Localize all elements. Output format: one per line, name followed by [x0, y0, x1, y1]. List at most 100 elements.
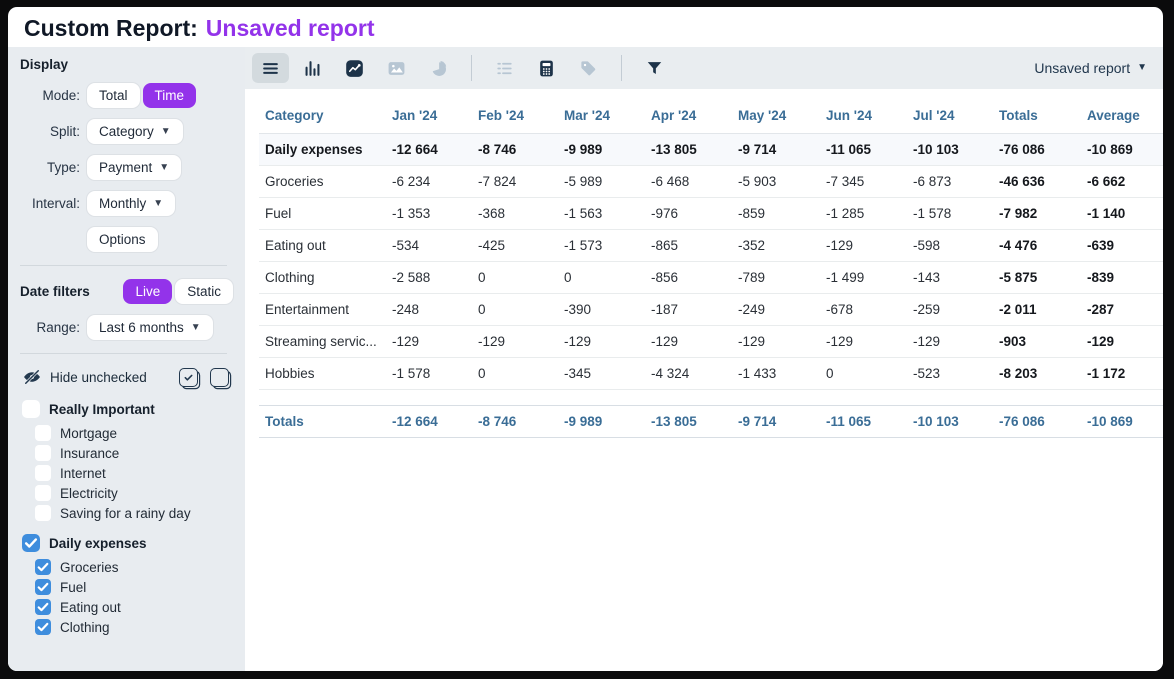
value-cell: -5 875: [993, 262, 1081, 294]
column-header: Mar '24: [558, 99, 645, 134]
toolbar-divider: [471, 55, 472, 81]
value-cell: -856: [645, 262, 732, 294]
value-cell: -6 468: [645, 166, 732, 198]
date-static-button[interactable]: Static: [175, 279, 233, 304]
category-cell: Daily expenses: [259, 134, 386, 166]
value-cell: 0: [472, 262, 558, 294]
category-toggle-row[interactable]: Electricity: [35, 485, 245, 501]
value-cell: -839: [1081, 262, 1163, 294]
value-cell: -639: [1081, 230, 1163, 262]
bar-chart-icon[interactable]: [294, 53, 331, 83]
uncheck-all-button[interactable]: [210, 368, 229, 387]
category-cell: Hobbies: [259, 358, 386, 390]
checked-checkbox-icon[interactable]: [35, 559, 51, 575]
value-cell: -9 714: [732, 406, 820, 438]
unchecked-checkbox-icon[interactable]: [35, 485, 51, 501]
value-cell: -7 982: [993, 198, 1081, 230]
unchecked-checkbox-icon[interactable]: [35, 465, 51, 481]
category-toggle-row[interactable]: Daily expenses: [22, 534, 245, 552]
report-table-container: CategoryJan '24Feb '24Mar '24Apr '24May …: [245, 89, 1163, 438]
value-cell: -678: [820, 294, 907, 326]
interval-select[interactable]: Monthly ▼: [87, 191, 175, 216]
value-cell: -8 746: [472, 134, 558, 166]
value-cell: -7 345: [820, 166, 907, 198]
value-cell: 0: [472, 358, 558, 390]
value-cell: -129: [732, 326, 820, 358]
checked-checkbox-icon[interactable]: [35, 599, 51, 615]
value-cell: -534: [386, 230, 472, 262]
category-toggle-row[interactable]: Mortgage: [35, 425, 245, 441]
value-cell: -10 869: [1081, 406, 1163, 438]
split-label: Split:: [8, 124, 80, 139]
range-value: Last 6 months: [99, 320, 184, 335]
unchecked-checkbox-icon[interactable]: [35, 445, 51, 461]
table-header-row: CategoryJan '24Feb '24Mar '24Apr '24May …: [259, 99, 1163, 134]
unchecked-checkbox-icon[interactable]: [35, 505, 51, 521]
options-button[interactable]: Options: [87, 227, 158, 252]
menu-icon[interactable]: [252, 53, 289, 83]
category-toggle-row[interactable]: Insurance: [35, 445, 245, 461]
value-cell: -249: [732, 294, 820, 326]
type-select[interactable]: Payment ▼: [87, 155, 181, 180]
category-cell: Entertainment: [259, 294, 386, 326]
calculator-icon[interactable]: [528, 53, 565, 83]
check-all-button[interactable]: [179, 368, 198, 387]
value-cell: -13 805: [645, 134, 732, 166]
checked-checkbox-icon[interactable]: [35, 579, 51, 595]
mode-label: Mode:: [8, 88, 80, 103]
value-cell: -2 588: [386, 262, 472, 294]
value-cell: -187: [645, 294, 732, 326]
filter-icon[interactable]: [636, 53, 673, 83]
tag-icon[interactable]: [570, 53, 607, 83]
chevron-down-icon: ▼: [159, 163, 169, 173]
mode-total-button[interactable]: Total: [87, 83, 140, 108]
toolbar: Unsaved report ▼: [245, 47, 1163, 89]
value-cell: -7 824: [472, 166, 558, 198]
checked-checkbox-icon[interactable]: [35, 619, 51, 635]
category-toggle-row[interactable]: Fuel: [35, 579, 245, 595]
date-live-button[interactable]: Live: [123, 279, 172, 304]
unchecked-checkbox-icon[interactable]: [35, 425, 51, 441]
list-icon[interactable]: [486, 53, 523, 83]
value-cell: -129: [1081, 326, 1163, 358]
value-cell: -9 714: [732, 134, 820, 166]
category-groups: Really Important Mortgage Insurance Interne…: [8, 400, 245, 635]
range-select[interactable]: Last 6 months ▼: [87, 315, 213, 340]
value-cell: -4 476: [993, 230, 1081, 262]
category-toggle-row[interactable]: Saving for a rainy day: [35, 505, 245, 521]
table-row: Groceries-6 234-7 824-5 989-6 468-5 903-…: [259, 166, 1163, 198]
table-row: Streaming servic...-129-129-129-129-129-…: [259, 326, 1163, 358]
type-label: Type:: [8, 160, 80, 175]
main-panel: Unsaved report ▼ CategoryJan '24Feb '24M…: [245, 47, 1163, 671]
category-cell: Clothing: [259, 262, 386, 294]
unchecked-checkbox-icon[interactable]: [22, 400, 40, 418]
category-toggle-row[interactable]: Clothing: [35, 619, 245, 635]
value-cell: -859: [732, 198, 820, 230]
table-row: Daily expenses-12 664-8 746-9 989-13 805…: [259, 134, 1163, 166]
hide-unchecked-toggle[interactable]: Hide unchecked: [22, 367, 229, 387]
value-cell: -6 234: [386, 166, 472, 198]
value-cell: -1 563: [558, 198, 645, 230]
category-toggle-row[interactable]: Really Important: [22, 400, 245, 418]
date-filters-row: Date filters Live Static: [8, 279, 245, 304]
area-chart-icon[interactable]: [378, 53, 415, 83]
report-selector[interactable]: Unsaved report ▼: [1034, 60, 1147, 76]
value-cell: -143: [907, 262, 993, 294]
value-cell: -248: [386, 294, 472, 326]
value-cell: -865: [645, 230, 732, 262]
category-toggle-row[interactable]: Groceries: [35, 559, 245, 575]
category-toggle-row[interactable]: Internet: [35, 465, 245, 481]
pie-chart-icon[interactable]: [420, 53, 457, 83]
category-toggle-row[interactable]: Eating out: [35, 599, 245, 615]
value-cell: -11 065: [820, 406, 907, 438]
mode-time-button[interactable]: Time: [143, 83, 197, 108]
sidebar: Display Mode: Total Time Split: Category…: [8, 47, 245, 671]
value-cell: -13 805: [645, 406, 732, 438]
spacer-row: [259, 390, 1163, 406]
split-select[interactable]: Category ▼: [87, 119, 183, 144]
line-chart-icon[interactable]: [336, 53, 373, 83]
table-body: Daily expenses-12 664-8 746-9 989-13 805…: [259, 134, 1163, 438]
report-selector-label: Unsaved report: [1034, 60, 1130, 76]
totals-row: Totals-12 664-8 746-9 989-13 805-9 714-1…: [259, 406, 1163, 438]
checked-checkbox-icon[interactable]: [22, 534, 40, 552]
